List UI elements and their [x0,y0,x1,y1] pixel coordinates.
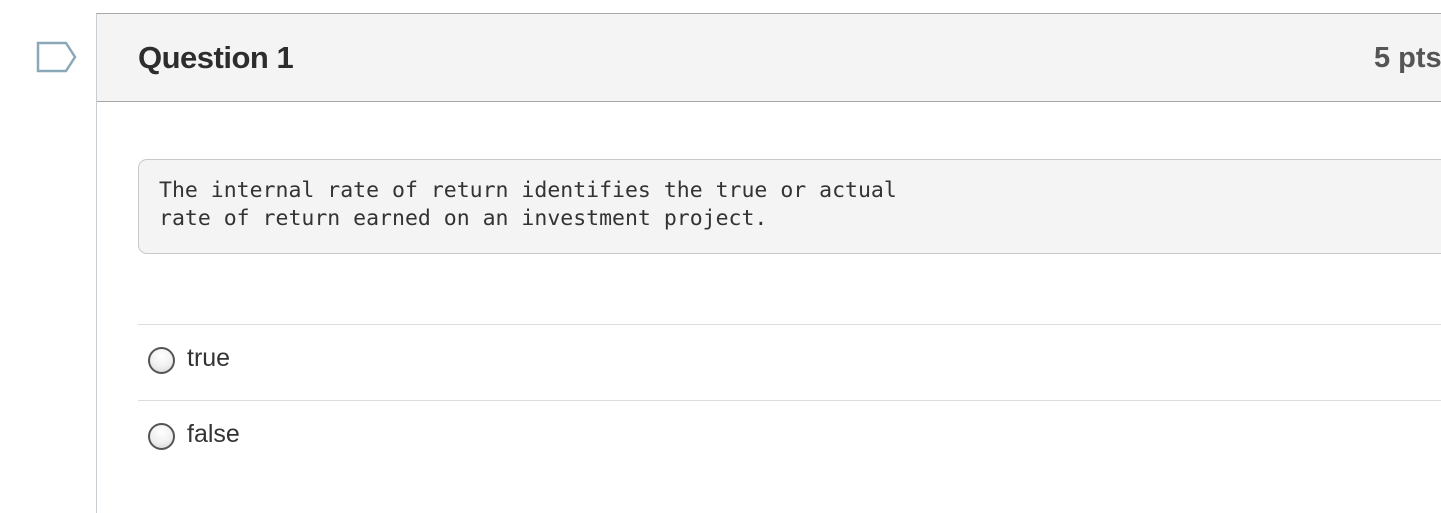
radio-button-false[interactable] [148,423,175,450]
answer-option-false[interactable]: false [138,400,1441,476]
answer-label[interactable]: true [187,344,230,373]
bookmark-flag-icon[interactable] [36,41,78,73]
question-text-box: The internal rate of return identifies t… [138,159,1441,254]
answer-label[interactable]: false [187,420,240,449]
question-title: Question 1 [138,40,294,75]
question-header: Question 1 5 pts [97,14,1441,102]
answer-option-true[interactable]: true [138,324,1441,400]
question-points: 5 pts [1374,42,1441,74]
question-card: Question 1 5 pts The internal rate of re… [96,13,1441,513]
question-text: The internal rate of return identifies t… [159,178,897,231]
radio-button-true[interactable] [148,347,175,374]
